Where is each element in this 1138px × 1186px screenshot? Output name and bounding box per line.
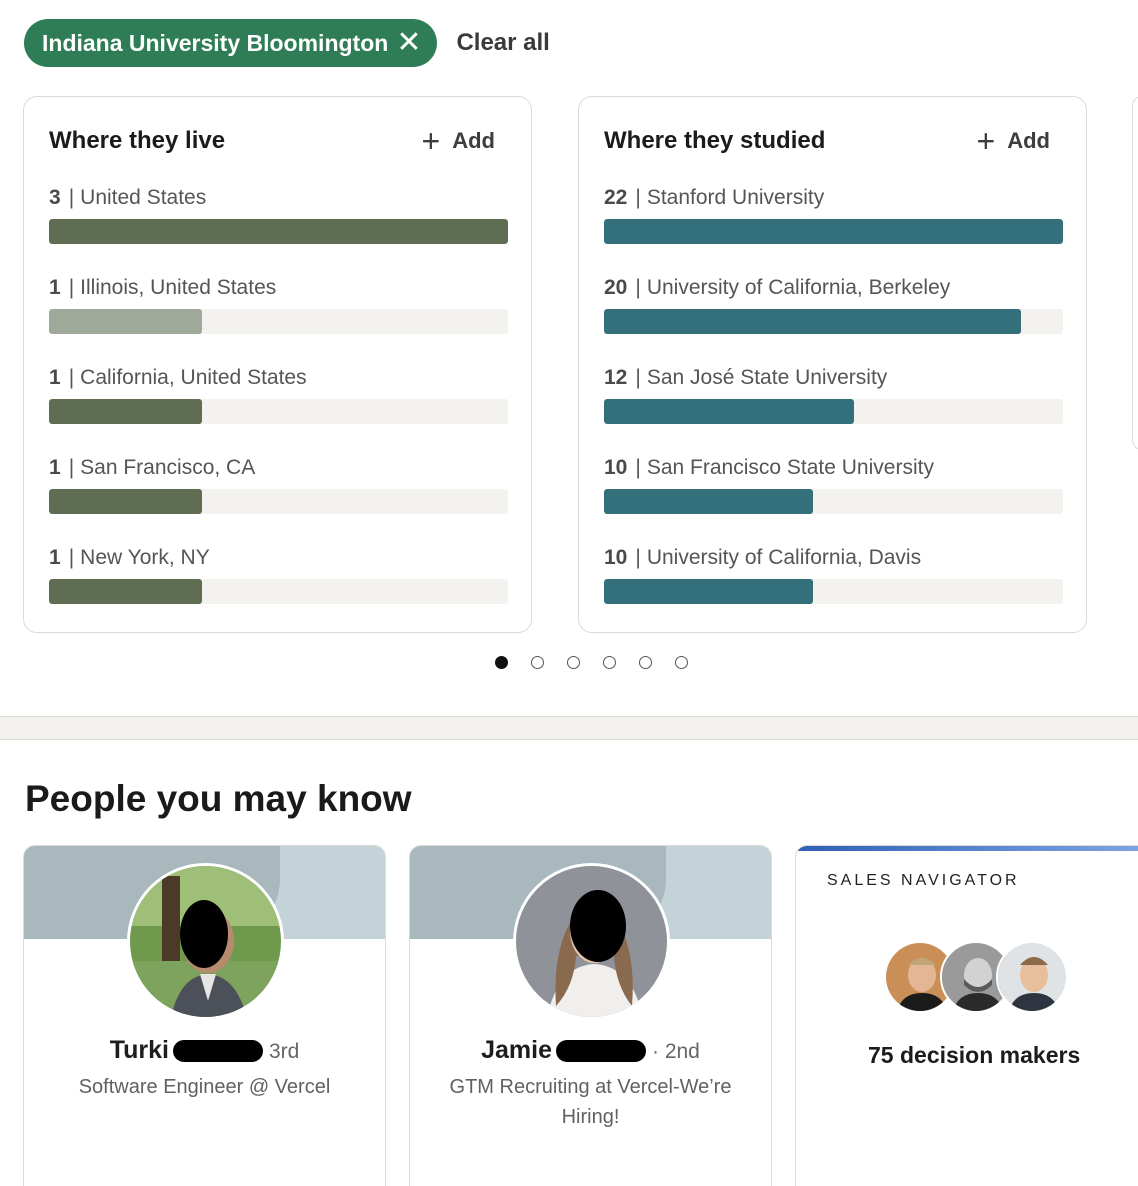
- bar-row: 1 | New York, NY: [49, 545, 508, 635]
- row-label: Stanford University: [646, 186, 825, 209]
- sales-navigator-card[interactable]: SALES NAVIGATOR 75 decision makers: [795, 845, 1138, 1186]
- row-label: San Francisco State University: [646, 456, 934, 479]
- bar-track[interactable]: [604, 219, 1063, 244]
- bar-track[interactable]: [604, 309, 1063, 334]
- filter-chip-school[interactable]: Indiana University Bloomington ✕: [24, 19, 438, 67]
- row-label: Illinois, United States: [80, 276, 277, 299]
- filter-chip-label: Indiana University Bloomington: [42, 29, 389, 56]
- bar-row: 10 | University of California, Davis: [604, 545, 1063, 635]
- bar-fill: [604, 309, 1022, 334]
- pagination-dot[interactable]: [531, 656, 544, 669]
- pagination-dot[interactable]: [675, 656, 688, 669]
- bar-track[interactable]: [604, 489, 1063, 514]
- row-label: San Francisco, CA: [80, 456, 256, 479]
- insight-card-location: Where they live + Add 3 | United States 1 |…: [23, 96, 532, 633]
- bar-row: 1 | Illinois, United States: [49, 275, 508, 365]
- person-card[interactable]: Jamie · 2nd GTM Recruiting at Vercel-We’r…: [409, 845, 772, 1186]
- bar-fill: [49, 399, 202, 424]
- person-headline: Software Engineer @ Vercel: [78, 1076, 331, 1098]
- bar-fill: [49, 489, 202, 514]
- bar-row: 12 | San José State University: [604, 365, 1063, 455]
- plus-icon: +: [421, 123, 441, 159]
- bar-track[interactable]: [49, 219, 508, 244]
- redaction-scribble: [172, 1040, 263, 1063]
- row-count: 1: [49, 546, 61, 569]
- row-count: 3: [49, 186, 61, 209]
- first-name: Turki: [109, 1036, 169, 1064]
- person-name[interactable]: Jamie · 2nd: [410, 1036, 771, 1065]
- pagination-dot[interactable]: [639, 656, 652, 669]
- pagination-dot[interactable]: [603, 656, 616, 669]
- bar-fill: [604, 399, 855, 424]
- add-location-button[interactable]: + Add: [422, 125, 495, 157]
- row-label: United States: [80, 186, 207, 209]
- add-school-button[interactable]: + Add: [977, 125, 1050, 157]
- row-label: New York, NY: [80, 546, 210, 569]
- row-count: 22: [604, 186, 628, 209]
- bar-row: 22 | Stanford University: [604, 185, 1063, 275]
- bar-row: 1 | California, United States: [49, 365, 508, 455]
- section-title: People you may know: [25, 778, 412, 819]
- decision-makers-link[interactable]: 75 decision makers: [868, 1042, 1080, 1069]
- card-accent-line: [796, 846, 1138, 851]
- avatar[interactable]: [513, 863, 670, 1020]
- next-card-peek[interactable]: [1132, 96, 1138, 450]
- avatar: [996, 941, 1068, 1013]
- bar-track[interactable]: [49, 309, 508, 334]
- card-title: Where they live: [49, 127, 226, 154]
- row-label: University of California, Berkeley: [646, 276, 951, 299]
- clear-all-button[interactable]: Clear all: [456, 29, 549, 57]
- insight-card-school: Where they studied + Add 22 | Stanford Uni…: [578, 96, 1087, 633]
- person-headline: GTM Recruiting at Vercel-We’re Hiring!: [449, 1076, 732, 1128]
- person-card[interactable]: Turki 3rd Software Engineer @ Vercel: [23, 845, 386, 1186]
- row-count: 1: [49, 366, 61, 389]
- bar-track[interactable]: [49, 399, 508, 424]
- filter-row: Indiana University Bloomington ✕ Clear a…: [24, 19, 550, 67]
- pagination-dot[interactable]: [567, 656, 580, 669]
- bar-row: 1 | San Francisco, CA: [49, 455, 508, 545]
- school-rows: 22 | Stanford University 20 | University of …: [604, 185, 1063, 635]
- plus-icon: +: [976, 123, 996, 159]
- row-count: 12: [604, 366, 628, 389]
- row-count: 10: [604, 456, 628, 479]
- redaction-scribble: [556, 1040, 646, 1063]
- bar-fill: [604, 579, 813, 604]
- bar-row: 20 | University of California, Berkeley: [604, 275, 1063, 365]
- decision-maker-avatars: [884, 941, 1068, 1013]
- row-count: 1: [49, 456, 61, 479]
- bar-track[interactable]: [49, 579, 508, 604]
- location-rows: 3 | United States 1 | Illinois, United State…: [49, 185, 508, 635]
- close-icon[interactable]: ✕: [396, 28, 421, 58]
- row-count: 20: [604, 276, 628, 299]
- bar-fill: [604, 489, 813, 514]
- row-count: 10: [604, 546, 628, 569]
- sales-navigator-label: SALES NAVIGATOR: [827, 872, 1020, 889]
- row-count: 1: [49, 276, 61, 299]
- first-name: Jamie: [481, 1036, 552, 1064]
- connection-degree: · 2nd: [652, 1040, 700, 1063]
- bar-row: 3 | United States: [49, 185, 508, 275]
- card-title: Where they studied: [604, 127, 826, 154]
- bar-track[interactable]: [604, 579, 1063, 604]
- person-name[interactable]: Turki 3rd: [24, 1036, 385, 1065]
- section-divider: [0, 716, 1138, 740]
- bar-fill: [604, 219, 1063, 244]
- connection-degree: 3rd: [268, 1040, 300, 1063]
- bar-fill: [49, 309, 202, 334]
- add-label: Add: [452, 128, 495, 153]
- row-label: California, United States: [80, 366, 307, 389]
- add-label: Add: [1007, 128, 1050, 153]
- avatar[interactable]: [127, 863, 284, 1020]
- row-label: University of California, Davis: [646, 546, 922, 569]
- bar-row: 10 | San Francisco State University: [604, 455, 1063, 545]
- bar-fill: [49, 219, 508, 244]
- carousel-pagination: [495, 656, 711, 669]
- bar-track[interactable]: [49, 489, 508, 514]
- row-label: San José State University: [646, 366, 888, 389]
- pagination-dot[interactable]: [495, 656, 508, 669]
- bar-track[interactable]: [604, 399, 1063, 424]
- bar-fill: [49, 579, 202, 604]
